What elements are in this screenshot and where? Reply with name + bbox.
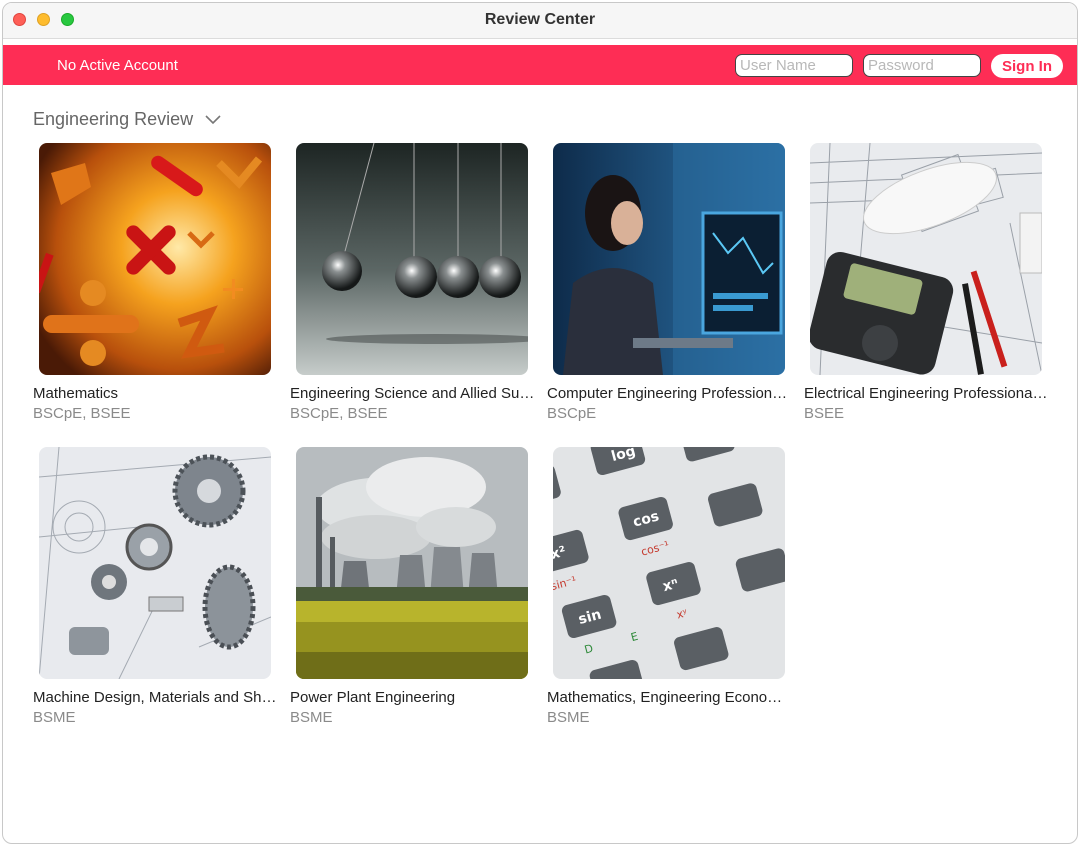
computer-engineer-image	[553, 143, 785, 375]
course-programs: BSCpE, BSEE	[290, 405, 388, 422]
account-bar: No Active Account Sign In	[3, 45, 1077, 85]
course-programs: BSEE	[804, 405, 845, 422]
course-programs: BSCpE, BSEE	[33, 405, 131, 422]
window-title: Review Center	[484, 11, 596, 28]
course-card-mathematics[interactable]: Mathematics BSCpE, BSEE	[33, 143, 273, 422]
category-title: Engineering Review	[33, 109, 194, 129]
app-window: Review Center No Active Account Sign In …	[2, 2, 1078, 844]
sign-in-button[interactable]: Sign In	[991, 54, 1063, 78]
course-card-computer-engineering[interactable]: Computer Engineering Professional Subjec…	[547, 143, 793, 422]
course-title: Mathematics	[33, 385, 119, 402]
course-card-electrical-engineering[interactable]: Electrical Engineering Professional Subj…	[804, 143, 1050, 422]
course-title: Engineering Science and Allied Subjects	[290, 385, 536, 402]
course-title: Power Plant Engineering	[290, 689, 456, 706]
course-programs: BSME	[290, 709, 333, 726]
calculator-image: log ln x² cos sin xⁿ sin⁻¹ cos⁻¹ xʸ D	[553, 447, 785, 679]
newtons-cradle-image	[296, 143, 528, 375]
password-input[interactable]	[863, 54, 981, 77]
title-bar: Review Center	[3, 3, 1077, 39]
course-programs: BSCpE	[547, 405, 597, 422]
course-programs: BSME	[33, 709, 76, 726]
course-card-machine-design[interactable]: Machine Design, Materials and Shop Pract…	[33, 447, 279, 726]
chevron-down-icon	[205, 114, 221, 124]
category-selector[interactable]: Engineering Review	[33, 109, 221, 130]
course-programs: BSME	[547, 709, 590, 726]
course-title: Computer Engineering Professional Subjec…	[547, 385, 793, 402]
course-title: Machine Design, Materials and Shop Pract…	[33, 689, 279, 706]
course-card-math-economics[interactable]: log ln x² cos sin xⁿ sin⁻¹ cos⁻¹ xʸ D	[547, 447, 793, 726]
multimeter-image	[810, 143, 1042, 375]
power-plant-image	[296, 447, 528, 679]
course-title: Mathematics, Engineering Economics and B…	[547, 689, 793, 706]
course-card-power-plant[interactable]: Power Plant Engineering BSME	[290, 447, 530, 726]
course-card-engineering-science[interactable]: Engineering Science and Allied Subjects …	[290, 143, 536, 422]
math-symbols-image	[39, 143, 271, 375]
account-status: No Active Account	[57, 57, 178, 74]
machine-parts-image	[39, 447, 271, 679]
course-title: Electrical Engineering Professional Subj…	[804, 385, 1050, 402]
username-input[interactable]	[735, 54, 853, 77]
